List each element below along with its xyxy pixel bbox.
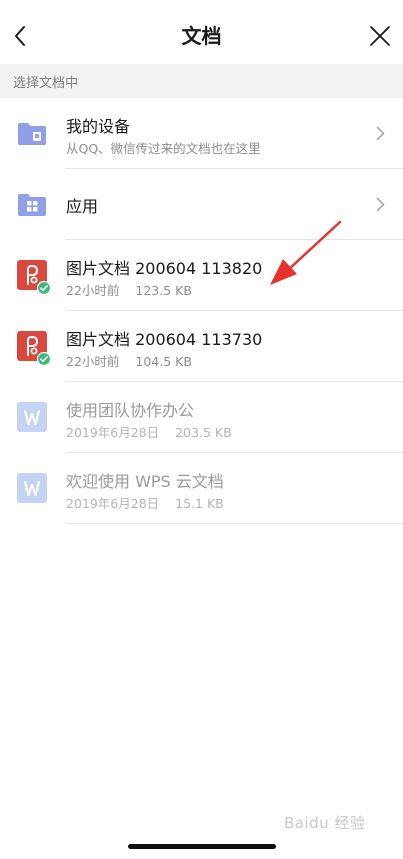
item-size: 203.5 KB [175,425,232,440]
item-meta: 22小时前 123.5 KB [66,280,192,299]
word-file-icon [17,473,47,503]
item-time: 2019年6月28日 [66,425,160,440]
list-item-file-disabled: 欢迎使用 WPS 云文档 2019年6月28日 15.1 KB [0,453,403,524]
item-title: 欢迎使用 WPS 云文档 [66,472,224,491]
item-meta: 22小时前 104.5 KB [66,351,192,370]
device-folder-icon [18,123,46,145]
item-size: 15.1 KB [175,496,224,511]
synced-check-icon [37,352,51,366]
item-title: 使用团队协作办公 [66,401,195,420]
item-title: 应用 [66,197,99,216]
apps-folder-icon [18,194,46,216]
item-subtitle: 从QQ、微信传过来的文档也在这里 [66,141,261,156]
item-size: 104.5 KB [135,354,192,369]
list-item-file[interactable]: 图片文档 200604 113820 22小时前 123.5 KB [0,240,403,311]
page-title: 文档 [181,24,222,48]
watermark-logo: Baidu 经验 [284,814,366,832]
list-item-apps[interactable]: 应用 [0,169,403,240]
navigation-bar: 文档 [0,0,403,64]
close-icon[interactable] [367,22,393,50]
item-meta: 2019年6月28日 203.5 KB [66,422,232,441]
document-list: 我的设备 从QQ、微信传过来的文档也在这里 应用 图片文档 200604 113… [0,98,403,524]
list-item-file-disabled: 使用团队协作办公 2019年6月28日 203.5 KB [0,382,403,453]
word-file-icon [17,402,47,432]
item-time: 22小时前 [66,354,120,369]
list-item-my-device[interactable]: 我的设备 从QQ、微信传过来的文档也在这里 [0,98,403,169]
chevron-right-icon [376,197,385,212]
home-indicator[interactable] [128,844,276,849]
item-time: 2019年6月28日 [66,496,160,511]
item-title: 图片文档 200604 113820 [66,259,263,278]
item-title: 图片文档 200604 113730 [66,330,263,349]
chevron-right-icon [376,126,385,141]
item-title: 我的设备 [66,117,131,136]
item-size: 123.5 KB [135,283,192,298]
item-meta: 2019年6月28日 15.1 KB [66,493,224,512]
row-divider [66,523,403,524]
item-time: 22小时前 [66,283,120,298]
synced-check-icon [37,281,51,295]
section-header: 选择文档中 [0,64,403,98]
section-header-label: 选择文档中 [13,76,79,91]
list-item-file[interactable]: 图片文档 200604 113730 22小时前 104.5 KB [0,311,403,382]
